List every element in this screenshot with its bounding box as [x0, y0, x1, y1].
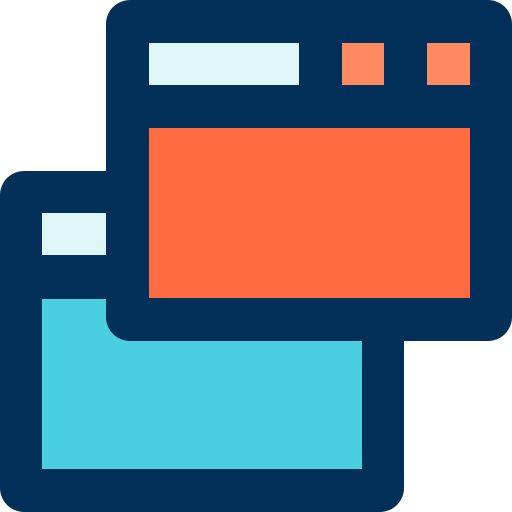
front-window-button-2	[427, 43, 470, 85]
front-window-content	[149, 128, 470, 298]
front-window	[106, 0, 512, 341]
windows-icon-graphic	[0, 0, 512, 512]
multiple-windows-icon	[0, 0, 512, 512]
front-window-title-bar	[149, 43, 299, 85]
back-window-title-bar	[42, 213, 106, 255]
front-window-button-1	[342, 43, 384, 85]
